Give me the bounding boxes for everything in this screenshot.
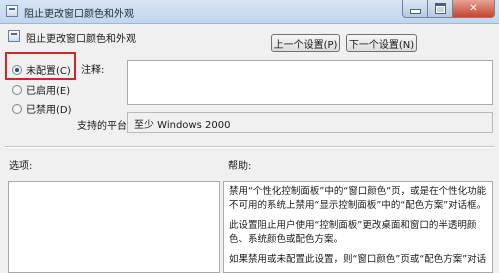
help-pane[interactable]: 禁用“个性化控制面板”中的“窗口颜色”页，或是在个性化功能不可用的系统上禁用“显… bbox=[223, 181, 493, 273]
options-pane[interactable] bbox=[8, 181, 220, 273]
help-paragraph: 此设置阻止用户使用“控制面板”更改桌面和窗口的半透明颜色、系统颜色或配色方案。 bbox=[229, 220, 477, 245]
radio-button[interactable] bbox=[12, 64, 22, 75]
setting-icon bbox=[8, 30, 20, 42]
radio-label: 已禁用(D) bbox=[26, 105, 72, 116]
comment-textarea[interactable] bbox=[127, 60, 493, 105]
radio-label: 未配置(C) bbox=[26, 66, 71, 77]
next-setting-button[interactable]: 下一个设置(N) bbox=[346, 34, 417, 52]
window-controls: ✕ bbox=[402, 0, 495, 18]
help-paragraph: 如果禁用或未配置此设置，则“窗口颜色”页或“配色方案”对话 bbox=[229, 254, 487, 265]
previous-setting-button[interactable]: 上一个设置(P) bbox=[271, 34, 340, 52]
options-label: 选项: bbox=[9, 161, 33, 172]
separator bbox=[4, 146, 495, 148]
radio-button[interactable] bbox=[12, 103, 22, 114]
minimize-icon bbox=[409, 8, 421, 14]
maximize-button[interactable] bbox=[428, 0, 453, 18]
window-title: 阻止更改窗口颜色和外观 bbox=[24, 9, 134, 20]
platform-label: 支持的平台: bbox=[77, 121, 131, 132]
close-button[interactable]: ✕ bbox=[453, 0, 495, 18]
setting-title: 阻止更改窗口颜色和外观 bbox=[26, 34, 136, 45]
policy-icon bbox=[6, 5, 18, 17]
maximize-icon bbox=[434, 3, 446, 14]
close-icon: ✕ bbox=[469, 3, 478, 14]
radio-enabled[interactable]: 已启用(E) bbox=[12, 82, 70, 97]
radio-label: 已启用(E) bbox=[26, 86, 71, 97]
platform-field: 至少 Windows 2000 bbox=[127, 112, 493, 133]
title-bar: 阻止更改窗口颜色和外观 ✕ bbox=[0, 0, 499, 24]
help-label: 帮助: bbox=[228, 161, 252, 172]
radio-button[interactable] bbox=[12, 84, 22, 95]
radio-not-configured[interactable]: 未配置(C) bbox=[12, 62, 71, 77]
help-paragraph: 禁用“个性化控制面板”中的“窗口颜色”页，或是在个性化功能不可用的系统上禁用“显… bbox=[229, 186, 487, 211]
minimize-button[interactable] bbox=[402, 0, 428, 18]
comment-label: 注释: bbox=[81, 65, 105, 76]
radio-disabled[interactable]: 已禁用(D) bbox=[12, 101, 72, 116]
